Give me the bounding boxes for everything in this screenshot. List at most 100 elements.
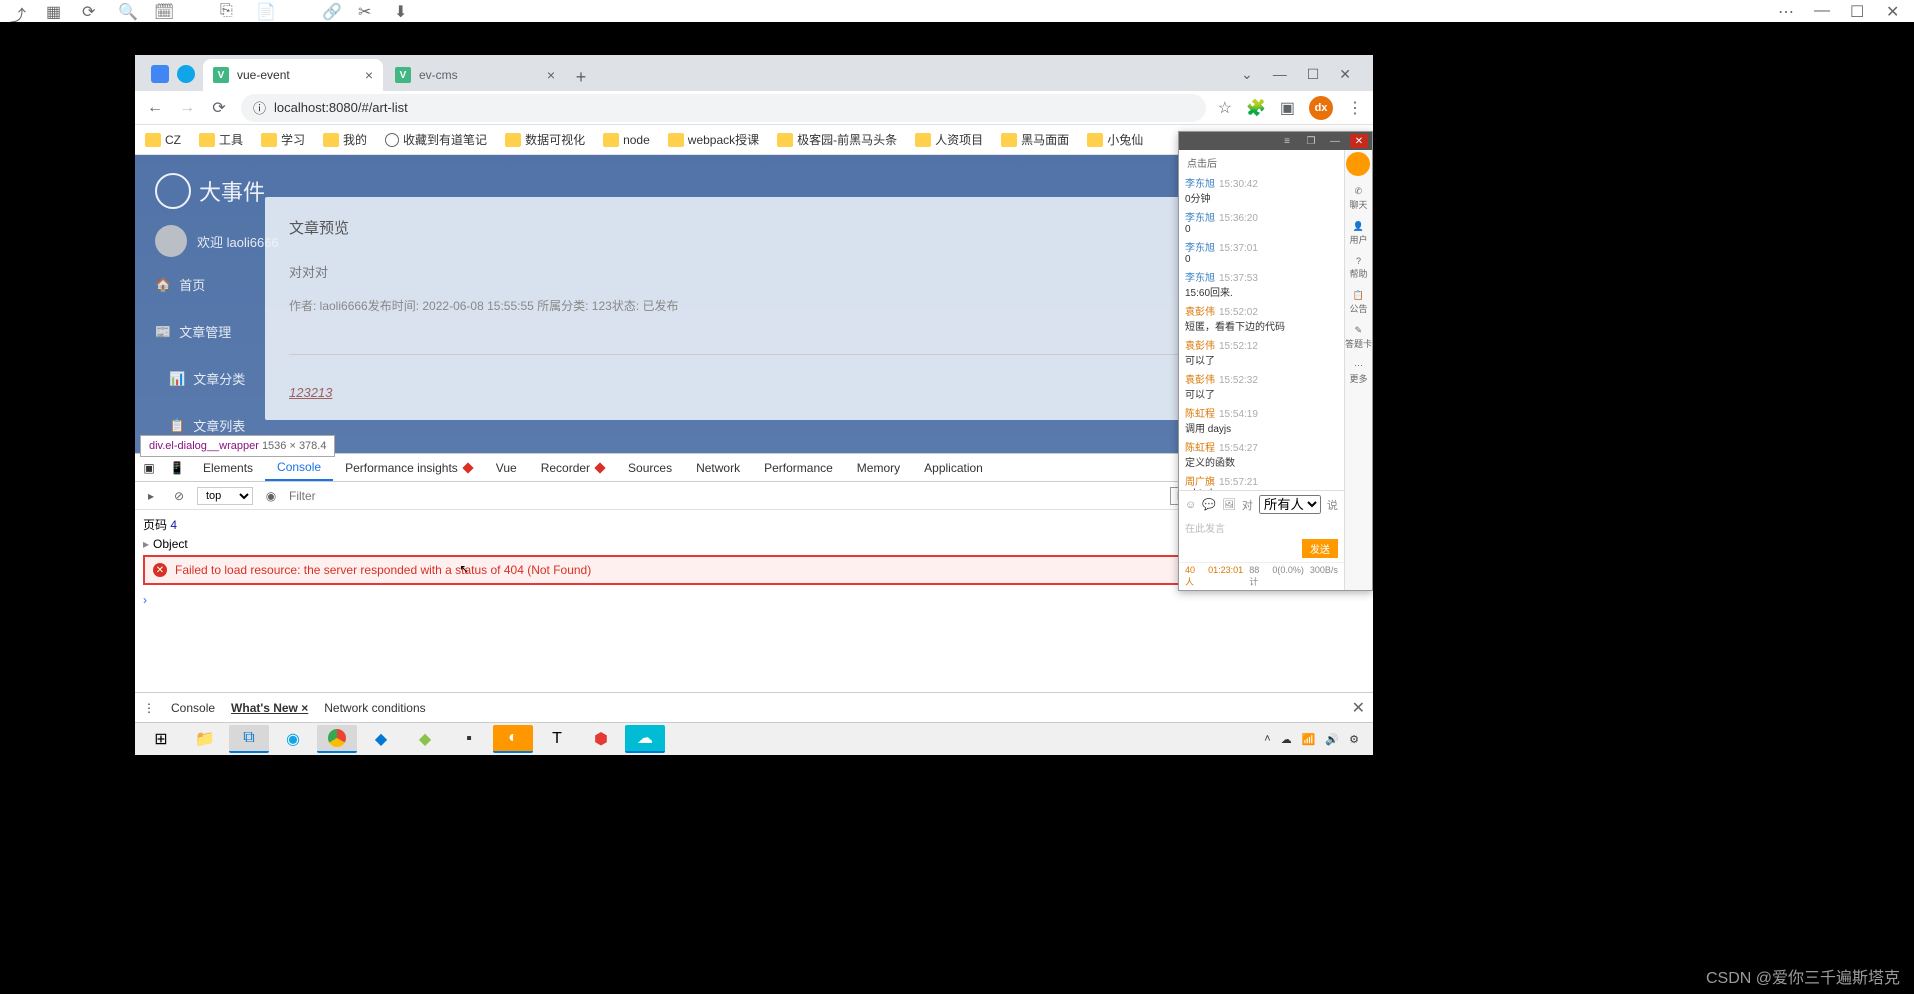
emoji-icon[interactable]: ☺ xyxy=(1185,499,1196,511)
bookmark-item[interactable]: 我的 xyxy=(323,131,367,148)
taskbar-app-red[interactable]: ⬢ xyxy=(581,725,621,753)
devtools-tab-network[interactable]: Network xyxy=(684,454,752,481)
chat-side-users[interactable]: 👤用户 xyxy=(1349,221,1367,246)
devtools-tab-perf-insights[interactable]: Performance insights xyxy=(333,454,484,481)
bookmark-item[interactable]: node xyxy=(603,133,650,147)
chat-close-icon[interactable]: ✕ xyxy=(1350,134,1368,148)
nav-articles[interactable]: 📰 文章管理 xyxy=(155,322,245,341)
sidebar-toggle-icon[interactable]: ▸ xyxy=(141,489,161,503)
taskbar-chrome[interactable] xyxy=(317,725,357,753)
chrome-minimize-icon[interactable]: — xyxy=(1273,66,1287,83)
bookmark-item[interactable]: 数据可视化 xyxy=(505,131,585,148)
live-expression-icon[interactable]: ◉ xyxy=(261,489,281,503)
drawer-tab-network-conditions[interactable]: Network conditions xyxy=(324,701,425,715)
console-object[interactable]: ▸Object xyxy=(143,537,188,551)
os-icon[interactable]: 🔍 xyxy=(118,2,136,20)
system-tray[interactable]: ˄ ☁ 📶 🔊 ⚙ xyxy=(1264,733,1367,746)
image-icon[interactable]: 🖼 xyxy=(1222,498,1236,511)
chat-titlebar[interactable]: ≡ ❐ — ✕ xyxy=(1179,132,1372,150)
bookmark-item[interactable]: 极客园-前黑马头条 xyxy=(777,131,897,148)
sidepanel-icon[interactable]: ▣ xyxy=(1280,98,1295,118)
clear-console-icon[interactable]: ⊘ xyxy=(169,489,189,503)
chrome-dropdown-icon[interactable]: ⌄ xyxy=(1241,66,1253,83)
url-input[interactable]: ⓘ localhost:8080/#/art-list xyxy=(241,94,1206,122)
extensions-icon[interactable]: 🧩 xyxy=(1246,98,1266,118)
devtools-tab-elements[interactable]: Elements xyxy=(191,454,265,481)
tray-icon[interactable]: ☁ xyxy=(1281,733,1292,746)
taskbar-text[interactable]: T xyxy=(537,725,577,753)
drawer-tab-whatsnew[interactable]: What's New × xyxy=(231,701,308,715)
chat-side-answer[interactable]: ✎答题卡 xyxy=(1345,325,1372,350)
nav-home[interactable]: 🏠 首页 xyxy=(155,275,245,294)
chat-input[interactable]: 在此发言 xyxy=(1185,516,1338,539)
bookmark-star-icon[interactable]: ☆ xyxy=(1218,98,1232,118)
devtools-tab-console[interactable]: Console xyxy=(265,454,333,481)
inspect-element-icon[interactable]: ▣ xyxy=(135,461,163,475)
os-icon[interactable]: 🗓 xyxy=(154,2,172,20)
tray-expand-icon[interactable]: ˄ xyxy=(1264,733,1270,745)
os-icon[interactable]: 📄 xyxy=(256,2,274,20)
profile-avatar[interactable]: dx xyxy=(1309,96,1333,120)
devtools-tab-performance[interactable]: Performance xyxy=(752,454,845,481)
chat-side-help[interactable]: ?帮助 xyxy=(1349,256,1367,280)
drawer-menu-icon[interactable]: ⋮ xyxy=(143,701,155,715)
chat-messages[interactable]: 李东旭15:30:420分钟李东旭15:36:200李东旭15:37:010李东… xyxy=(1179,173,1344,490)
chat-restore-icon[interactable]: ❐ xyxy=(1302,134,1320,148)
taskbar-app[interactable]: ◆ xyxy=(405,725,445,753)
taskbar-app-cyan[interactable]: ☁ xyxy=(625,725,665,753)
os-icon[interactable]: 🔗 xyxy=(322,2,340,20)
my-avatar-icon[interactable] xyxy=(1346,152,1370,176)
os-icon[interactable]: ⎘ xyxy=(220,2,238,20)
drawer-tab-console[interactable]: Console xyxy=(171,701,215,715)
taskbar-terminal[interactable]: ▪ xyxy=(449,725,489,753)
chat-menu-icon[interactable]: ≡ xyxy=(1278,134,1296,148)
taskbar-app[interactable]: ◆ xyxy=(361,725,401,753)
device-toggle-icon[interactable]: 📱 xyxy=(163,461,191,475)
os-icon[interactable]: ⋯ xyxy=(1778,2,1796,20)
chat-side-chat[interactable]: ✆聊天 xyxy=(1349,186,1367,211)
chat-side-notice[interactable]: 📋公告 xyxy=(1349,290,1367,315)
tab-close-icon[interactable]: × xyxy=(547,67,555,83)
tray-settings-icon[interactable]: ⚙ xyxy=(1349,733,1359,746)
bookmark-item[interactable]: webpack授课 xyxy=(668,131,759,148)
devtools-tab-sources[interactable]: Sources xyxy=(616,454,684,481)
bookmark-item[interactable]: 小兔仙 xyxy=(1087,131,1143,148)
tray-wifi-icon[interactable]: 📶 xyxy=(1302,733,1316,746)
back-button[interactable]: ← xyxy=(145,98,165,118)
attach-icon[interactable]: 💬 xyxy=(1202,498,1216,511)
reload-button[interactable]: ⟳ xyxy=(209,98,229,118)
devtools-tab-memory[interactable]: Memory xyxy=(845,454,912,481)
nav-list[interactable]: 📋 文章列表 xyxy=(155,416,245,435)
new-tab-button[interactable]: + xyxy=(567,63,595,91)
bookmark-item[interactable]: 人资项目 xyxy=(915,131,983,148)
browser-tab[interactable]: V ev-cms × xyxy=(385,59,565,91)
drawer-close-icon[interactable]: ✕ xyxy=(1352,698,1365,718)
forward-button[interactable]: → xyxy=(177,98,197,118)
os-icon[interactable]: ⬇ xyxy=(394,2,412,20)
os-icon[interactable]: ✂ xyxy=(358,2,376,20)
devtools-tab-recorder[interactable]: Recorder xyxy=(529,454,616,481)
devtools-tab-application[interactable]: Application xyxy=(912,454,995,481)
nav-categories[interactable]: 📊 文章分类 xyxy=(155,369,245,388)
taskbar-edge[interactable]: ◉ xyxy=(273,725,313,753)
bookmark-item[interactable]: CZ xyxy=(145,133,181,147)
taskbar-vscode[interactable]: ⧉ xyxy=(229,725,269,753)
taskbar-app-orange[interactable]: ◐ xyxy=(493,725,533,753)
bookmark-item[interactable]: 工具 xyxy=(199,131,243,148)
send-button[interactable]: 发送 xyxy=(1302,539,1338,558)
chrome-menu-icon[interactable]: ⋮ xyxy=(1347,98,1363,118)
bookmark-item[interactable]: 黑马面面 xyxy=(1001,131,1069,148)
devtools-tab-vue[interactable]: Vue xyxy=(484,454,529,481)
chat-side-more[interactable]: ⋯更多 xyxy=(1349,360,1367,385)
taskbar-explorer[interactable]: 📁 xyxy=(185,725,225,753)
context-select[interactable]: top xyxy=(197,487,253,505)
os-icon[interactable]: ▦ xyxy=(46,2,64,20)
chrome-maximize-icon[interactable]: ☐ xyxy=(1307,66,1320,83)
chat-min-icon[interactable]: — xyxy=(1326,134,1344,148)
tab-close-icon[interactable]: × xyxy=(365,67,373,83)
os-minimize-icon[interactable]: — xyxy=(1814,2,1832,20)
os-icon[interactable]: ⤴ xyxy=(10,2,28,20)
start-button[interactable]: ⊞ xyxy=(141,725,181,753)
console-prompt[interactable]: › xyxy=(143,593,147,607)
os-icon[interactable]: ⟳ xyxy=(82,2,100,20)
